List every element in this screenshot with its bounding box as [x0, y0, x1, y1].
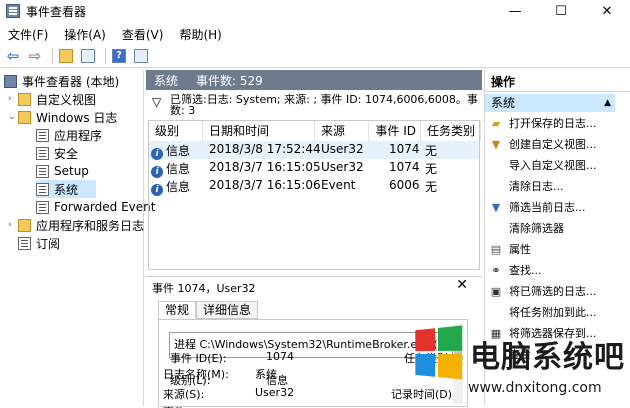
windows-logo-icon [415, 325, 463, 380]
watermark-url: www.dnxitong.com [468, 380, 602, 396]
show-action-pane-icon[interactable] [132, 47, 150, 65]
event-detail-title: 事件 1074，User32 [152, 282, 256, 295]
filter-line-2: 数: 3 [170, 104, 196, 117]
filter-icon: ▼ [491, 200, 501, 214]
back-arrow-icon[interactable]: ⇦ [4, 47, 22, 65]
properties-icon: ▤ [490, 242, 502, 256]
action-properties[interactable]: ▤ 属性 [489, 240, 531, 258]
collapse-arrow-icon[interactable]: ▲ [604, 94, 611, 112]
window-title: 事件查看器 [26, 4, 87, 19]
event-viewer-app-icon [6, 4, 20, 18]
folder-icon: ▰ [491, 116, 501, 130]
event-viewer-icon [4, 74, 17, 88]
menu-action[interactable]: 操作(A) [56, 26, 114, 43]
tree-root[interactable]: 事件查看器 (本地) [4, 72, 119, 90]
action-open-saved-log[interactable]: ▰ 打开保存的日志... [489, 114, 597, 132]
save-icon: ▣ [490, 284, 502, 298]
subscription-icon [18, 236, 31, 250]
log-header-bar: 系统 事件数: 529 [146, 70, 482, 90]
show-hide-tree-icon[interactable] [79, 47, 97, 65]
folder-icon [18, 110, 31, 124]
action-filter-current-log[interactable]: ▼ 筛选当前日志... [489, 198, 586, 216]
column-task[interactable]: 任务类别 [421, 121, 481, 141]
field-label: 来源(S): [163, 388, 205, 401]
log-icon [36, 164, 49, 178]
action-import-custom-view[interactable]: 导入自定义视图... [489, 156, 597, 174]
filter-icon: ▼ [491, 137, 501, 151]
actions-heading: 操作 [485, 72, 630, 92]
title-bar: 事件查看器 — ☐ ✕ [0, 0, 630, 22]
tree-windows-logs[interactable]: ⌄ Windows 日志 [8, 108, 117, 126]
help-icon[interactable]: ? [110, 47, 128, 65]
expand-icon[interactable]: › [8, 220, 18, 230]
table-row[interactable]: i 信息 2018/3/7 16:15:05 User32 1074 无 [149, 159, 479, 178]
tree-log-forwarded[interactable]: Forwarded Event [36, 198, 155, 216]
toolbar-separator [52, 47, 53, 64]
folder-icon [18, 92, 31, 106]
menu-file[interactable]: 文件(F) [0, 26, 56, 43]
field-value: 信息 [266, 374, 288, 387]
menu-view[interactable]: 查看(V) [114, 26, 172, 43]
folder-icon [18, 218, 31, 232]
event-table: 级别 日期和时间 来源 事件 ID 任务类别 i 信息 2018/3/8 17:5… [148, 120, 481, 270]
close-button[interactable]: ✕ [584, 0, 630, 22]
event-count: 事件数: 529 [196, 73, 263, 88]
column-source[interactable]: 来源 [315, 121, 369, 141]
forward-arrow-icon[interactable]: ⇨ [26, 47, 44, 65]
tab-details[interactable]: 详细信息 [196, 301, 259, 319]
log-icon [36, 146, 49, 160]
tree-log-application[interactable]: 应用程序 [36, 126, 102, 144]
field-label: 事件 ID(E): [163, 404, 219, 408]
collapse-icon[interactable]: ⌄ [8, 112, 18, 122]
filter-description: ▽ 已筛选:日志: System; 来源: ; 事件 ID: 1074,6006… [146, 92, 482, 118]
column-event-id[interactable]: 事件 ID [369, 121, 421, 141]
watermark-text: 电脑系统吧 [470, 340, 625, 375]
log-name: 系统 [154, 73, 179, 88]
minimize-button[interactable]: — [492, 0, 538, 22]
filter-icon: ▽ [152, 95, 162, 109]
log-icon [36, 182, 49, 196]
menu-bar: 文件(F) 操作(A) 查看(V) 帮助(H) [0, 24, 230, 44]
log-icon [36, 200, 49, 214]
action-clear-log[interactable]: 清除日志... [489, 177, 564, 195]
maximize-button[interactable]: ☐ [538, 0, 584, 22]
column-datetime[interactable]: 日期和时间 [203, 121, 315, 141]
field-value: 1074 [266, 350, 294, 363]
actions-section-system[interactable]: 系统 ▲ [485, 94, 615, 112]
tab-general[interactable]: 常规 [158, 301, 197, 319]
menu-help[interactable]: 帮助(H) [171, 26, 229, 43]
action-save-filtered-log[interactable]: ▣ 将已筛选的日志... [489, 282, 597, 300]
action-create-custom-view[interactable]: ▼ 创建自定义视图... [489, 135, 597, 153]
toolbar-separator [105, 47, 106, 64]
tree-apps-services[interactable]: › 应用程序和服务日志 [8, 216, 144, 234]
column-level[interactable]: 级别 [149, 121, 203, 141]
log-icon [36, 128, 49, 142]
action-clear-filter[interactable]: 清除筛选器 [489, 219, 564, 237]
navigation-tree: 事件查看器 (本地) › 自定义视图 ⌄ Windows 日志 应用程序 安全 … [0, 70, 155, 406]
table-row[interactable]: i 信息 2018/3/8 17:52:44 User32 1074 无 [149, 141, 479, 160]
tree-log-security[interactable]: 安全 [36, 144, 78, 162]
watermark: 电脑系统吧 www.dnxitong.com [404, 322, 630, 406]
toolbar: ⇦ ⇨ ? [0, 44, 630, 68]
action-attach-task[interactable]: 将任务附加到此... [489, 303, 597, 321]
action-find[interactable]: ⚭ 查找... [489, 261, 541, 279]
info-icon: i [151, 184, 163, 196]
filter-line-1: 已筛选:日志: System; 来源: ; 事件 ID: 1074,6006,6… [170, 93, 478, 106]
close-icon[interactable]: ✕ [456, 277, 468, 293]
expand-icon[interactable]: › [8, 94, 18, 104]
table-row[interactable]: i 信息 2018/3/7 16:15:06 Event 6006 无 [149, 177, 479, 196]
field-label: 级别(L): [170, 374, 211, 387]
tree-custom-views[interactable]: › 自定义视图 [8, 90, 96, 108]
field-label: 事件 ID(E): [170, 352, 227, 365]
up-folder-icon[interactable] [57, 47, 75, 65]
tree-subscriptions[interactable]: 订阅 [18, 234, 60, 252]
tree-log-setup[interactable]: Setup [36, 162, 89, 180]
find-icon: ⚭ [491, 263, 501, 277]
tree-log-system[interactable]: 系统 [36, 180, 96, 198]
